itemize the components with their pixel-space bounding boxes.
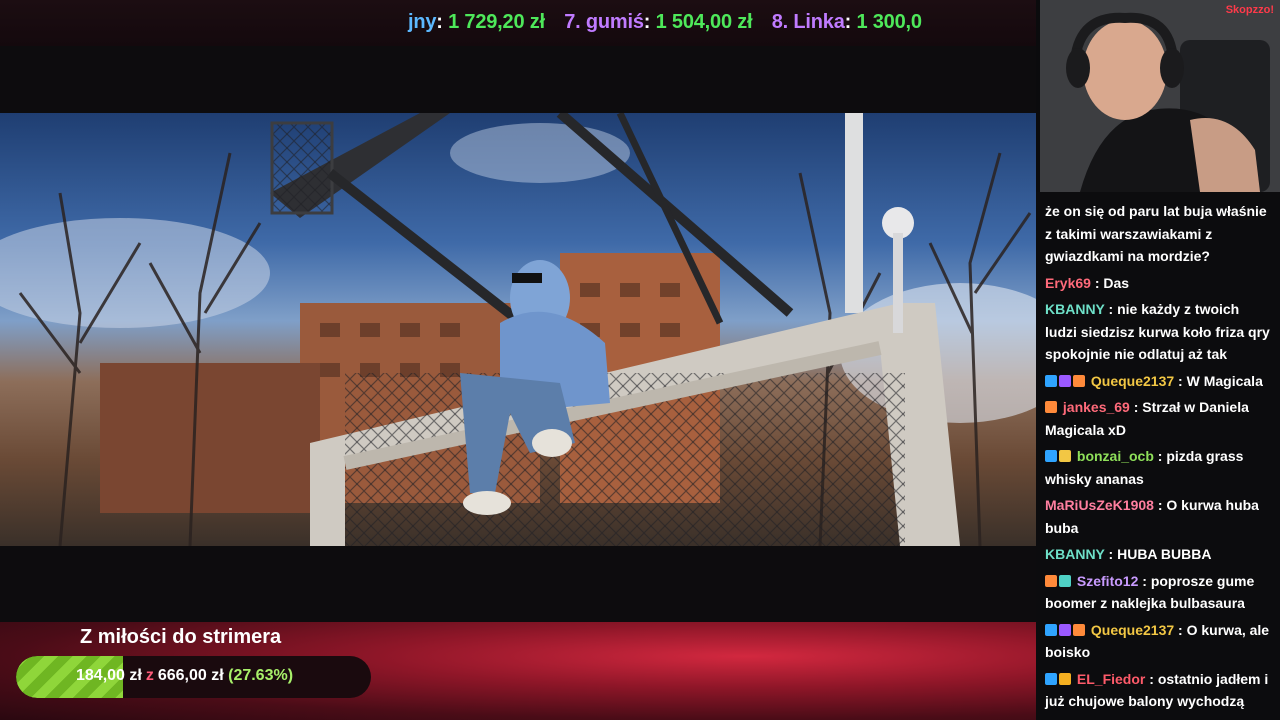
ticker-row: jny: 1 729,20 zł 7. gumiś: 1 504,00 zł 8…: [408, 11, 922, 34]
chat-username[interactable]: EL_Fiedor: [1073, 671, 1145, 687]
goal-title: Z miłości do strimera: [80, 626, 282, 648]
ticker-amount: 1 729,20 zł: [448, 11, 551, 33]
chat-separator: :: [1145, 670, 1158, 687]
grid-icon: [1059, 574, 1071, 587]
chat-username[interactable]: bonzai_ocb: [1073, 448, 1154, 464]
ticker-rank: 7.: [564, 11, 586, 33]
chat-separator: :: [1174, 621, 1187, 638]
cube-icon: [1045, 450, 1057, 462]
crown-icon: [1059, 450, 1071, 462]
chat-username[interactable]: KBANNY: [1045, 546, 1105, 562]
verified-icon: [1045, 623, 1057, 636]
chat-text: HUBA BUBBA: [1117, 546, 1212, 562]
ticker-amount: 1 504,00 zł: [655, 11, 758, 33]
chat-username[interactable]: KBANNY: [1045, 301, 1105, 317]
chat-separator: :: [1153, 497, 1167, 513]
music-video-frame: [0, 113, 1036, 546]
chat-message: jankes_69 : Strzał w Daniela Magicala xD: [1045, 396, 1274, 441]
sub-icon: [1059, 374, 1071, 387]
chat-message: że on się od paru lat buja właśnie z tak…: [1045, 200, 1274, 268]
webcam-scene: [1040, 0, 1280, 192]
chat-text: W Magicala: [1186, 372, 1263, 389]
ticker-amount: 1 300,0: [856, 11, 922, 33]
chat-username[interactable]: Queque2137: [1087, 622, 1174, 638]
chat-message: KBANNY : nie każdy z twoich ludzi siedzi…: [1045, 298, 1274, 366]
flame-icon: [1045, 401, 1057, 413]
chat-message: EL_Fiedor : ostatnio jadłem i już chujow…: [1045, 668, 1274, 713]
verified-icon: [1045, 374, 1057, 387]
goal-target: 666,00 zł: [157, 667, 224, 684]
chat-message: KBANNY : HUBA BUBBA: [1045, 543, 1274, 566]
ticker-colon: :: [844, 11, 857, 33]
goal-progress-text: 184,00 zł z 666,00 zł (27.63%): [76, 667, 293, 685]
webcam-channel-badge: Skopzzo!: [1225, 4, 1274, 16]
chat-separator: :: [1153, 448, 1167, 464]
chat-separator: :: [1104, 301, 1118, 317]
chat-message: Eryk69 : Das: [1045, 272, 1274, 295]
video-scene: [0, 113, 1036, 546]
chat-separator: :: [1090, 274, 1104, 291]
goal-separator: z: [145, 667, 154, 684]
flame-icon: [1073, 623, 1085, 636]
flame-icon: [1045, 574, 1057, 587]
donation-ticker: jny: 1 729,20 zł 7. gumiś: 1 504,00 zł 8…: [0, 0, 1036, 46]
chat-username[interactable]: MaRiUsZeK1908: [1045, 497, 1154, 513]
ticker-rank: 8.: [771, 11, 794, 33]
coin-icon: [1059, 672, 1071, 685]
chat-username[interactable]: Szefito12: [1073, 573, 1138, 589]
sub-icon: [1059, 623, 1071, 636]
chat-panel: że on się od paru lat buja właśnie z tak…: [1036, 192, 1280, 720]
chat-username[interactable]: Queque2137: [1087, 373, 1174, 389]
flame-icon: [1073, 374, 1085, 387]
chat-text: Das: [1103, 274, 1130, 291]
chat-message: bonzai_ocb : pizda grass whisky ananas: [1045, 445, 1274, 490]
ticker-colon: :: [436, 11, 449, 33]
streamer-webcam: Skopzzo!: [1040, 0, 1280, 192]
chat-separator: :: [1138, 572, 1151, 589]
chat-message: Szefito12 : poprosze gume boomer z nakle…: [1045, 570, 1274, 615]
chat-message: Queque2137 : O kurwa, ale boisko: [1045, 619, 1274, 664]
chat-text: że on się od paru lat buja właśnie z tak…: [1045, 203, 1267, 264]
chat-username[interactable]: jankes_69: [1059, 399, 1130, 415]
ticker-donor-name: jny: [408, 11, 437, 33]
chat-separator: :: [1104, 546, 1118, 562]
chat-separator: :: [1129, 399, 1143, 415]
ticker-donor-name: gumiś: [585, 11, 644, 33]
chat-message: MaRiUsZeK1908 : O kurwa huba buba: [1045, 494, 1274, 539]
ticker-donor-name: Linka: [793, 11, 845, 33]
chat-separator: :: [1174, 372, 1187, 389]
chat-message: Queque2137 : W Magicala: [1045, 370, 1274, 393]
goal-percent: (27.63%): [228, 667, 294, 684]
ticker-colon: :: [643, 11, 656, 33]
chat-username[interactable]: Eryk69: [1045, 275, 1091, 291]
cube-icon: [1045, 672, 1057, 685]
goal-current: 184,00 zł: [76, 667, 142, 684]
